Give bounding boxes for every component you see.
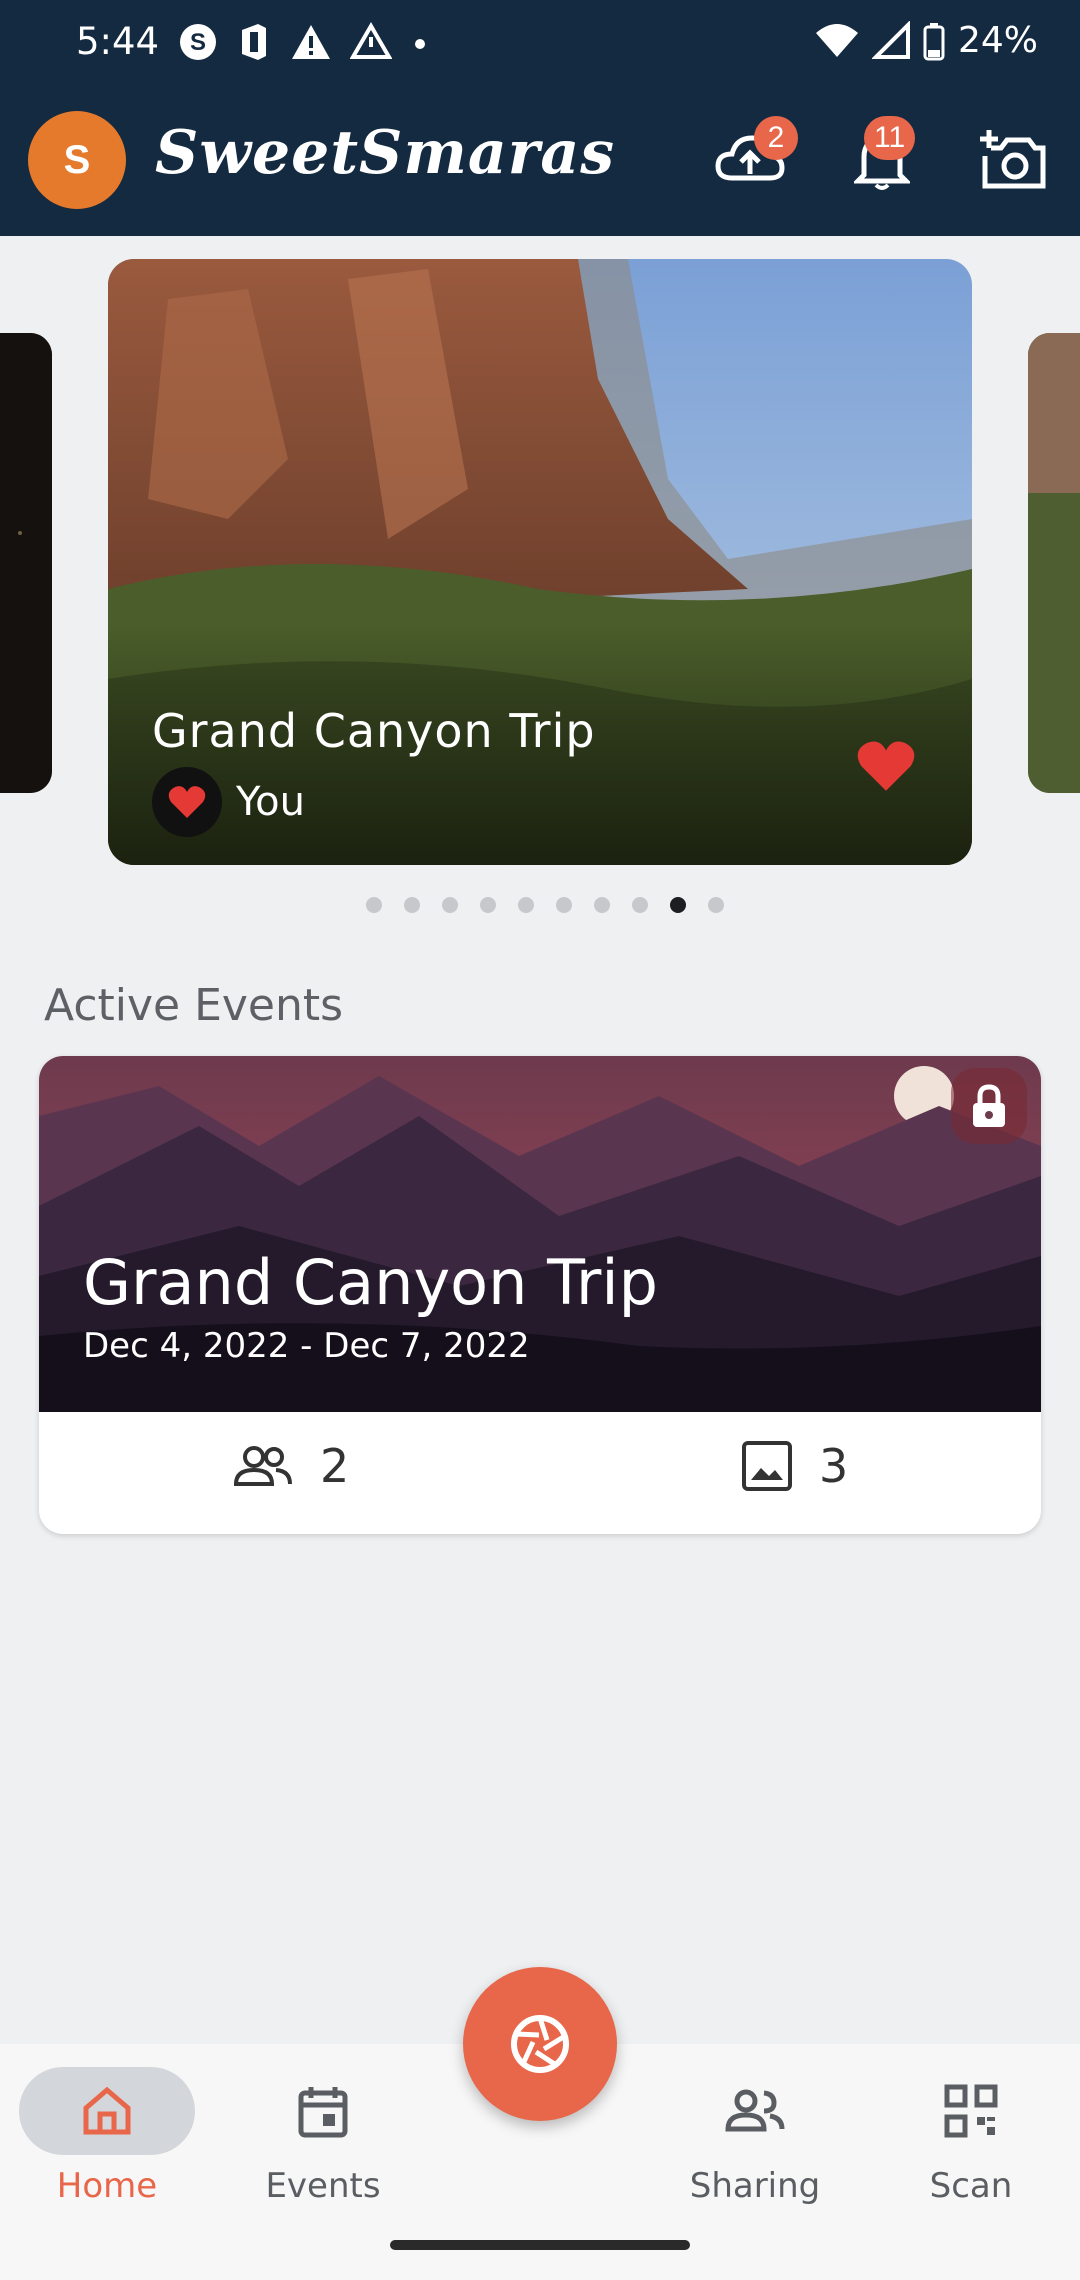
owner-heart-badge xyxy=(152,767,222,837)
section-title-active-events: Active Events xyxy=(44,980,344,1031)
avatar-letter: S xyxy=(63,137,91,182)
favorite-heart-icon[interactable] xyxy=(855,738,917,794)
home-icon xyxy=(83,2086,131,2135)
carousel-card-previous[interactable] xyxy=(0,333,52,793)
carousel-card-next[interactable] xyxy=(1028,333,1080,793)
event-dates: Dec 4, 2022 - Dec 7, 2022 xyxy=(83,1326,530,1366)
status-right: 24% xyxy=(814,20,1038,61)
carousel-dot[interactable] xyxy=(404,897,420,913)
status-bar: 5:44 S 24% xyxy=(0,0,1080,86)
notifications-button[interactable]: 11 xyxy=(842,116,922,200)
group-icon xyxy=(725,2089,785,2132)
carousel-owner: You xyxy=(152,767,305,837)
upload-button[interactable]: 2 xyxy=(710,116,798,200)
nav-home-label: Home xyxy=(56,2166,158,2206)
add-photo-button[interactable] xyxy=(974,120,1054,200)
gesture-home-indicator[interactable] xyxy=(390,2240,690,2250)
battery-percent: 24% xyxy=(957,20,1038,61)
nav-home[interactable]: Home xyxy=(7,2056,207,2206)
shutter-icon xyxy=(511,2015,569,2073)
carousel-dot[interactable] xyxy=(556,897,572,913)
carousel-dot[interactable] xyxy=(632,897,648,913)
heart-icon xyxy=(168,786,206,818)
members-count: 2 xyxy=(320,1439,350,1493)
image-icon xyxy=(742,1441,792,1491)
cell-signal-icon xyxy=(871,20,910,59)
event-card[interactable]: Grand Canyon Trip Dec 4, 2022 - Dec 7, 2… xyxy=(39,1056,1041,1534)
next-photo xyxy=(1028,333,1080,793)
carousel-dot[interactable] xyxy=(594,897,610,913)
carousel-dot[interactable] xyxy=(708,897,724,913)
more-dot-icon xyxy=(415,39,425,49)
nav-scan-label: Scan xyxy=(929,2166,1013,2206)
people-icon xyxy=(233,1446,292,1486)
photos-count: 3 xyxy=(819,1439,849,1493)
carousel-dot[interactable] xyxy=(366,897,382,913)
carousel-dot[interactable] xyxy=(518,897,534,913)
previous-photo xyxy=(0,333,52,793)
camera-fab-button[interactable] xyxy=(463,1967,617,2121)
warning-icon xyxy=(292,25,330,59)
owner-name: You xyxy=(236,779,305,825)
battery-icon xyxy=(923,22,945,60)
drive-alert-icon xyxy=(350,22,392,59)
status-time: 5:44 xyxy=(76,20,160,63)
private-lock-badge xyxy=(951,1068,1027,1144)
nav-scan[interactable]: Scan xyxy=(871,2056,1071,2206)
skype-icon: S xyxy=(180,24,216,60)
add-camera-icon xyxy=(980,130,1046,189)
nav-sharing-label: Sharing xyxy=(689,2166,821,2206)
event-members-count: 2 xyxy=(232,1439,349,1493)
nav-events[interactable]: Events xyxy=(223,2056,423,2206)
event-title: Grand Canyon Trip xyxy=(83,1246,658,1319)
qr-scan-icon xyxy=(944,2084,998,2138)
avatar[interactable]: S xyxy=(28,111,126,209)
status-notification-icons: S xyxy=(178,22,430,62)
wifi-icon xyxy=(815,23,858,57)
calendar-icon xyxy=(298,2087,348,2138)
svg-text:S: S xyxy=(190,29,206,56)
carousel-dot[interactable] xyxy=(480,897,496,913)
carousel-card-title: Grand Canyon Trip xyxy=(152,704,596,758)
nav-events-label: Events xyxy=(265,2166,381,2206)
lock-icon xyxy=(973,1084,1005,1127)
carousel-card-current[interactable]: Grand Canyon Trip You xyxy=(108,259,972,865)
carousel-dot[interactable] xyxy=(442,897,458,913)
office-icon xyxy=(242,24,266,60)
notifications-badge: 11 xyxy=(864,116,916,160)
app-logo: SweetSmaras xyxy=(155,118,616,188)
app-header: 5:44 S 24% S SweetSmaras 2 11 xyxy=(0,0,1080,236)
nav-sharing[interactable]: Sharing xyxy=(655,2056,855,2206)
carousel-pagination xyxy=(0,897,1080,913)
carousel-dot[interactable] xyxy=(670,897,686,913)
event-photos-count: 3 xyxy=(741,1439,848,1493)
upload-badge: 2 xyxy=(754,116,798,160)
